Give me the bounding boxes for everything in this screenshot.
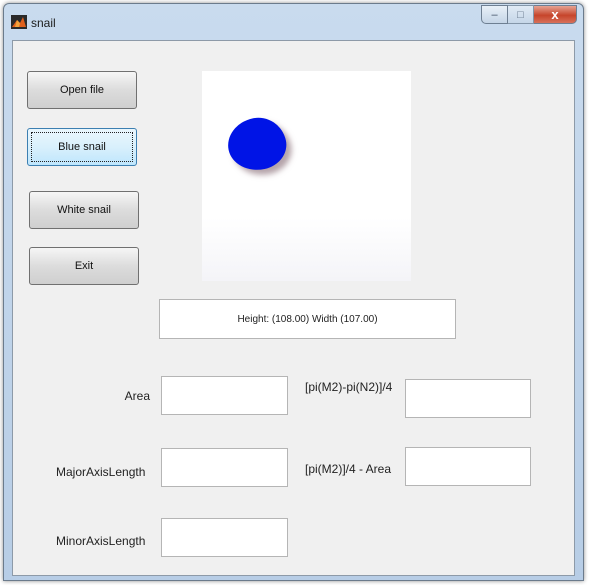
area-label: Area — [124, 389, 150, 403]
pi-area-field[interactable] — [405, 447, 531, 486]
pi-diff-field[interactable] — [405, 379, 531, 418]
snail-image-axes — [202, 71, 411, 281]
major-axis-field[interactable] — [161, 448, 288, 487]
dimension-readout: Height: (108.00) Width (107.00) — [159, 299, 456, 339]
app-window: snail – □ x Open file Blue snail White s… — [3, 3, 584, 581]
close-icon: x — [551, 7, 559, 22]
white-snail-label: White snail — [57, 204, 111, 216]
window-controls: – □ x — [481, 5, 577, 25]
dimension-text: Height: (108.00) Width (107.00) — [237, 313, 378, 325]
maximize-button[interactable]: □ — [508, 5, 534, 24]
figure-panel: Open file Blue snail White snail Exit He… — [12, 40, 575, 576]
minimize-button[interactable]: – — [481, 5, 508, 24]
minor-axis-label: MinorAxisLength — [56, 534, 146, 548]
blue-snail-blob — [223, 112, 291, 176]
minor-axis-field[interactable] — [161, 518, 288, 557]
title-bar[interactable]: snail – □ x — [4, 4, 583, 38]
minimize-icon: – — [491, 8, 498, 21]
pi-diff-label: [pi(M2)-pi(N2)]/4 — [305, 380, 393, 394]
blue-snail-button[interactable]: Blue snail — [27, 128, 137, 166]
area-field[interactable] — [161, 376, 288, 415]
major-axis-label: MajorAxisLength — [56, 465, 146, 479]
exit-label: Exit — [74, 260, 94, 272]
white-snail-button[interactable]: White snail — [29, 191, 139, 229]
maximize-icon: □ — [517, 8, 524, 21]
open-file-button[interactable]: Open file — [27, 71, 137, 109]
open-file-label: Open file — [59, 84, 105, 96]
matlab-icon — [11, 15, 27, 29]
exit-button[interactable]: Exit — [29, 247, 139, 285]
focus-ring — [31, 132, 133, 162]
close-button[interactable]: x — [534, 5, 577, 24]
window-title: snail — [31, 16, 56, 30]
pi-area-label: [pi(M2)]/4 - Area — [305, 462, 392, 476]
